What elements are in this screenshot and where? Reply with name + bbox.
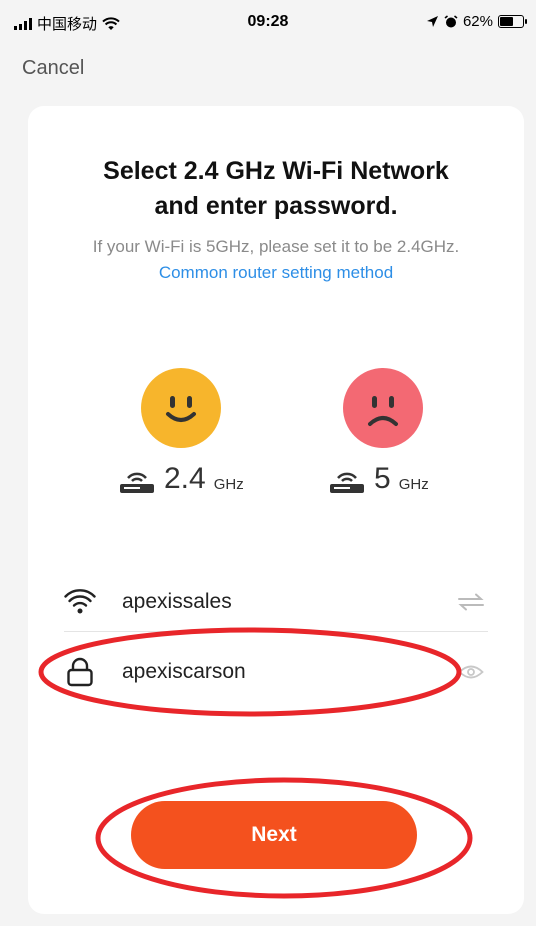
cancel-button[interactable]: Cancel [22,57,84,80]
wifi-network-row[interactable]: apexissales [64,572,488,632]
next-button[interactable]: Next [131,801,417,869]
battery-percent: 62% [462,13,493,30]
title-line-1: Select 2.4 GHz Wi-Fi Network [103,157,449,185]
status-bar: 中国移动 09:28 62% [0,0,536,44]
switch-network-icon[interactable] [454,590,488,614]
band-2-4-value: 2.4 [164,462,206,495]
alarm-icon [444,14,458,27]
band-5-unit: GHz [398,476,429,493]
lock-icon [67,657,93,687]
show-password-eye-icon[interactable] [454,660,488,684]
router-icon [330,472,364,493]
wifi-network-field[interactable]: apexissales [122,590,454,614]
router-icon [120,472,154,493]
location-arrow-icon [426,16,438,27]
hint-text: If your Wi-Fi is 5GHz, please set it to … [92,237,460,256]
wifi-setup-card: Select 2.4 GHz Wi-Fi Network and enter p… [28,106,524,914]
wifi-icon [64,588,96,613]
router-setting-link[interactable]: Common router setting method [159,263,393,282]
band-2-4ghz-label: 2.4 GHz [118,464,244,494]
happy-face-icon [141,368,221,448]
band-2-4-unit: GHz [213,476,244,493]
title-line-2: and enter password. [154,192,398,220]
wifi-password-field[interactable]: apexiscarson [122,660,454,684]
sad-face-icon [343,368,423,448]
battery-icon [498,15,527,28]
band-5ghz-label: 5 GHz [328,464,429,494]
page-title: Select 2.4 GHz Wi-Fi Network and enter p… [48,154,504,224]
band-5-value: 5 [374,462,391,495]
band-hint: If your Wi-Fi is 5GHz, please set it to … [58,234,494,286]
status-right: 62% [426,13,527,30]
wifi-password-row[interactable]: apexiscarson [64,642,488,702]
